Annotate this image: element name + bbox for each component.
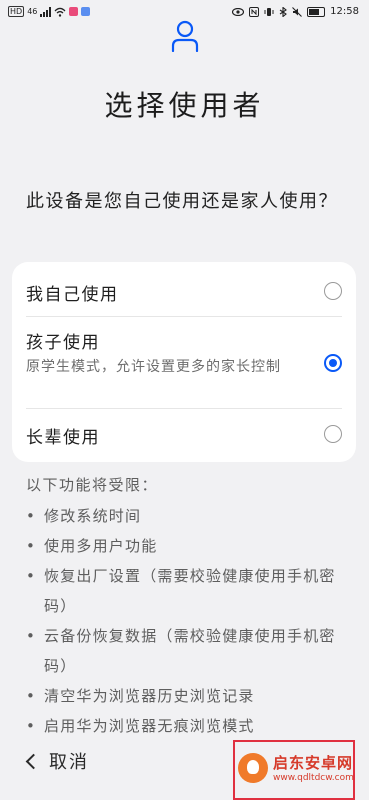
option-self[interactable]: 我自己使用 — [26, 280, 342, 305]
mute-icon — [292, 6, 303, 17]
cancel-label: 取消 — [49, 752, 89, 773]
app-notification-icon — [69, 7, 79, 16]
restriction-item: 使用多用户功能 — [26, 531, 352, 561]
option-label: 我自己使用 — [26, 285, 119, 305]
watermark-name: 启东安卓网 — [273, 754, 354, 772]
signal-icon — [40, 6, 52, 17]
restriction-item: 清空华为浏览器历史浏览记录 — [26, 681, 352, 711]
option-label: 孩子使用 — [26, 333, 100, 353]
divider — [26, 316, 342, 317]
hd-badge: HD — [8, 6, 25, 17]
radio-elder[interactable] — [324, 425, 342, 443]
restriction-item: 启用华为浏览器无痕浏览模式 — [26, 711, 352, 741]
restriction-item: 修改系统时间 — [26, 501, 352, 531]
vibrate-icon — [264, 7, 274, 16]
bluetooth-icon — [279, 6, 288, 17]
radio-self[interactable] — [324, 282, 342, 300]
watermark-url: www.qdltdcw.com — [273, 773, 354, 783]
restrictions-title: 以下功能将受限： — [26, 476, 159, 494]
user-type-card: 我自己使用 孩子使用 原学生模式，允许设置更多的家长控制 长辈使用 — [12, 262, 356, 462]
battery-icon — [307, 6, 326, 17]
app-notification-icon-2 — [81, 7, 91, 16]
wifi-icon — [54, 7, 66, 17]
user-icon — [171, 20, 199, 52]
option-label: 长辈使用 — [26, 428, 100, 448]
restrictions-list: 修改系统时间 使用多用户功能 恢复出厂设置（需要校验健康使用手机密码） 云备份恢… — [26, 501, 352, 741]
watermark: 启东安卓网 www.qdltdcw.com — [238, 752, 354, 783]
page-title: 选择使用者 — [104, 89, 265, 122]
status-bar-left: HD 46 — [8, 6, 91, 17]
restriction-item: 恢复出厂设置（需要校验健康使用手机密码） — [26, 561, 352, 621]
watermark-logo-icon — [238, 752, 268, 783]
eye-icon — [232, 7, 245, 16]
divider — [26, 408, 342, 409]
restriction-item: 云备份恢复数据（需校验健康使用手机密码） — [26, 621, 352, 681]
nfc-icon — [249, 6, 260, 17]
status-time: 12:58 — [330, 6, 359, 17]
radio-child[interactable] — [324, 354, 342, 372]
question-text: 此设备是您自己使用还是家人使用？ — [26, 191, 338, 212]
option-description: 原学生模式，允许设置更多的家长控制 — [26, 359, 281, 375]
option-child[interactable]: 孩子使用 原学生模式，允许设置更多的家长控制 — [26, 328, 342, 378]
watermark-text: 启东安卓网 www.qdltdcw.com — [273, 752, 354, 783]
chevron-left-icon — [25, 753, 42, 769]
status-bar-right: 12:58 — [232, 6, 359, 17]
network-type-label: 46 — [27, 7, 38, 16]
cancel-button[interactable]: 取消 — [25, 748, 89, 774]
option-elder[interactable]: 长辈使用 — [26, 423, 342, 448]
